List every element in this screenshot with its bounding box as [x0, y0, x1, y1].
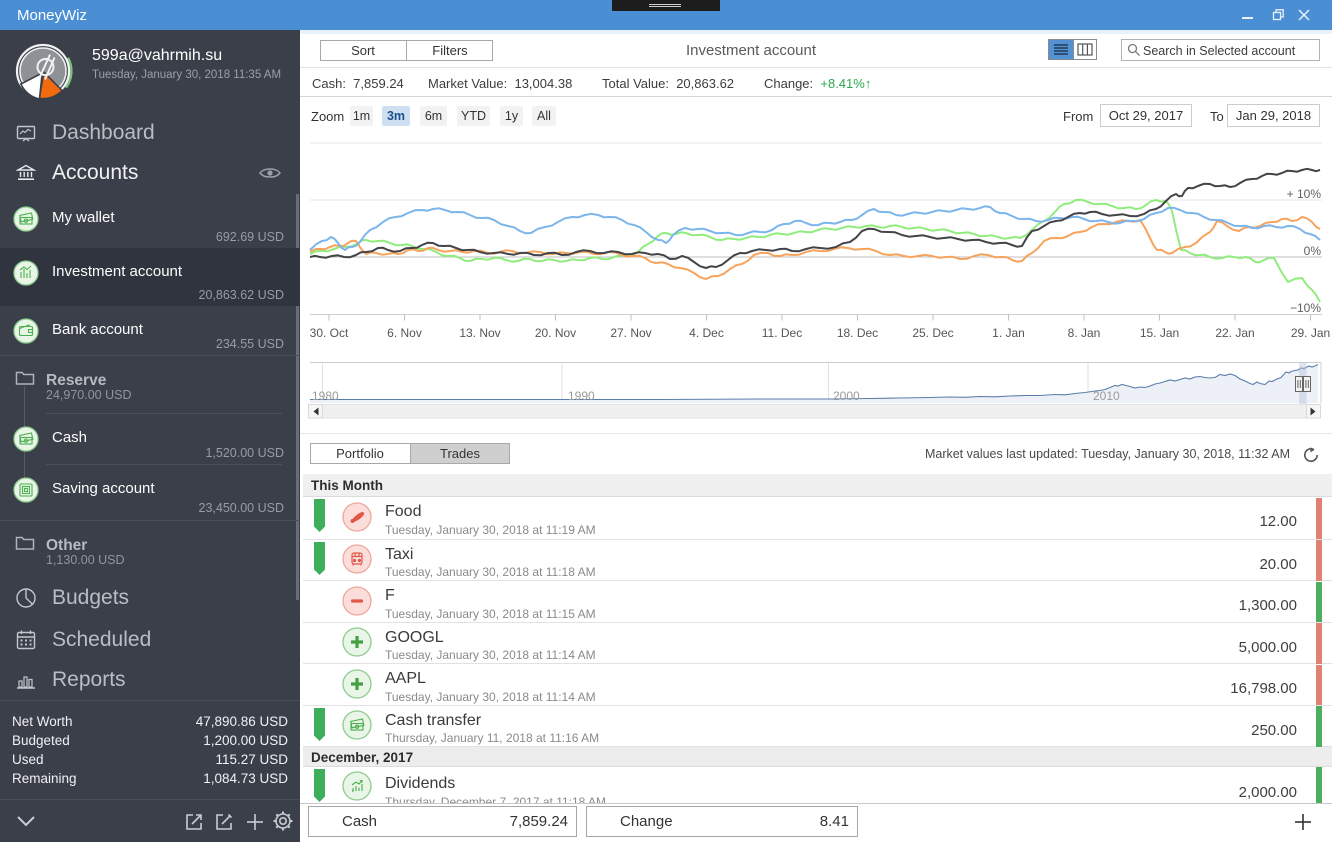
svg-text:18. Dec: 18. Dec — [837, 326, 878, 340]
svg-text:29. Jan: 29. Jan — [1291, 326, 1330, 340]
svg-text:2010: 2010 — [1093, 389, 1120, 403]
svg-text:27. Nov: 27. Nov — [610, 326, 651, 340]
svg-text:1. Jan: 1. Jan — [992, 326, 1025, 340]
svg-text:30. Oct: 30. Oct — [310, 326, 349, 340]
svg-text:11. Dec: 11. Dec — [762, 326, 802, 340]
svg-text:15. Jan: 15. Jan — [1140, 326, 1179, 340]
svg-text:13. Nov: 13. Nov — [459, 326, 500, 340]
svg-text:20. Nov: 20. Nov — [535, 326, 576, 340]
svg-text:6. Nov: 6. Nov — [387, 326, 422, 340]
svg-text:0%: 0% — [1304, 244, 1322, 258]
svg-text:1990: 1990 — [568, 389, 595, 403]
svg-text:1980: 1980 — [312, 389, 339, 403]
svg-text:25. Dec: 25. Dec — [912, 326, 953, 340]
svg-text:8. Jan: 8. Jan — [1068, 326, 1101, 340]
svg-text:−10%: −10% — [1290, 301, 1321, 315]
svg-text:4. Dec: 4. Dec — [689, 326, 724, 340]
svg-text:+ 10%: + 10% — [1287, 187, 1322, 201]
svg-text:2000: 2000 — [833, 389, 860, 403]
svg-text:22. Jan: 22. Jan — [1215, 326, 1254, 340]
